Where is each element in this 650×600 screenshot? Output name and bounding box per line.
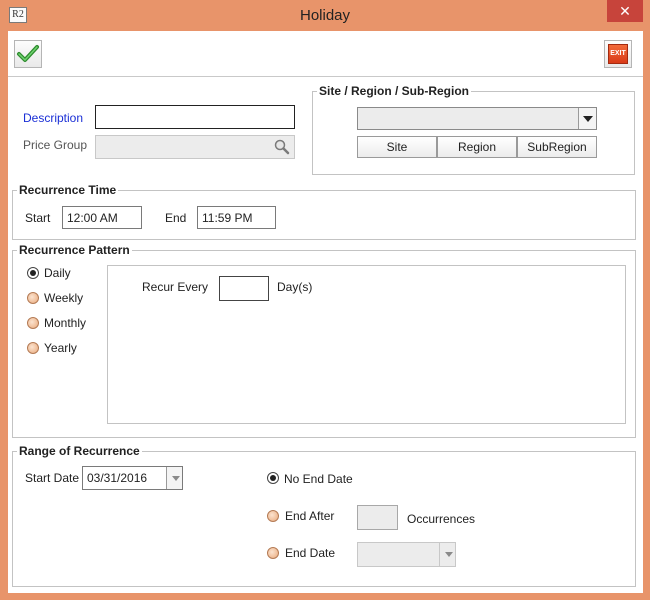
recurrence-pattern-group: Recurrence Pattern Daily Weekly Monthly … — [12, 243, 636, 438]
site-button[interactable]: Site — [357, 136, 437, 158]
exit-button[interactable]: EXIT — [604, 40, 632, 68]
app-icon: R2 — [9, 7, 27, 23]
search-icon[interactable] — [274, 139, 290, 155]
end-after-input[interactable] — [357, 505, 398, 530]
title-bar[interactable]: R2 Holiday ✕ — [0, 0, 650, 31]
end-date-input[interactable] — [357, 542, 456, 567]
recur-every-label: Recur Every — [142, 280, 209, 294]
exit-icon: EXIT — [608, 44, 628, 64]
radio-yearly[interactable] — [27, 342, 39, 354]
recurrence-pattern-title: Recurrence Pattern — [17, 243, 132, 257]
end-date-dropdown-icon[interactable] — [439, 543, 455, 566]
window-title: Holiday — [299, 7, 351, 24]
ok-button[interactable] — [14, 40, 42, 68]
radio-no-end-date[interactable] — [267, 472, 279, 484]
radio-weekly[interactable] — [27, 292, 39, 304]
start-date-value: 03/31/2016 — [87, 471, 148, 485]
radio-end-after[interactable] — [267, 510, 279, 522]
start-date-label: Start Date — [25, 471, 80, 485]
end-time-label: End — [165, 211, 187, 225]
site-region-group: Site / Region / Sub-Region Site Region S… — [312, 84, 635, 175]
range-of-recurrence-title: Range of Recurrence — [17, 444, 142, 458]
region-button[interactable]: Region — [437, 136, 517, 158]
subregion-button[interactable]: SubRegion — [517, 136, 597, 158]
site-region-dropdown[interactable] — [357, 107, 597, 130]
yearly-label[interactable]: Yearly — [44, 341, 77, 355]
price-group-field[interactable] — [95, 135, 295, 159]
calendar-dropdown-icon[interactable] — [166, 467, 182, 489]
description-label: Description — [23, 111, 84, 125]
start-time-input[interactable]: 12:00 AM — [62, 206, 142, 229]
no-end-date-label[interactable]: No End Date — [284, 472, 353, 486]
chevron-down-icon[interactable] — [578, 108, 596, 129]
range-of-recurrence-group: Range of Recurrence Start Date 03/31/201… — [12, 444, 636, 587]
end-date-label[interactable]: End Date — [285, 546, 335, 560]
radio-daily[interactable] — [27, 267, 39, 279]
radio-end-date[interactable] — [267, 547, 279, 559]
recur-every-input[interactable] — [219, 276, 269, 301]
start-date-input[interactable]: 03/31/2016 — [82, 466, 183, 490]
end-after-label[interactable]: End After — [285, 509, 334, 523]
daily-label[interactable]: Daily — [44, 266, 71, 280]
days-unit-label: Day(s) — [277, 280, 313, 294]
occurrences-label: Occurrences — [407, 512, 476, 526]
recurrence-time-title: Recurrence Time — [17, 183, 119, 197]
radio-monthly[interactable] — [27, 317, 39, 329]
monthly-label[interactable]: Monthly — [44, 316, 86, 330]
end-time-input[interactable]: 11:59 PM — [197, 206, 276, 229]
pattern-detail-panel: Recur Every Day(s) — [107, 265, 626, 424]
recurrence-time-group: Recurrence Time Start 12:00 AM End 11:59… — [12, 183, 636, 240]
window-client: EXIT Description Price Group Site / Regi… — [8, 31, 643, 593]
toolbar: EXIT — [8, 31, 643, 77]
description-input[interactable] — [95, 105, 295, 129]
weekly-label[interactable]: Weekly — [44, 291, 83, 305]
start-time-label: Start — [25, 211, 51, 225]
site-region-title: Site / Region / Sub-Region — [317, 84, 471, 98]
close-button[interactable]: ✕ — [607, 0, 643, 22]
price-group-label: Price Group — [23, 138, 88, 152]
checkmark-icon — [17, 45, 39, 62]
